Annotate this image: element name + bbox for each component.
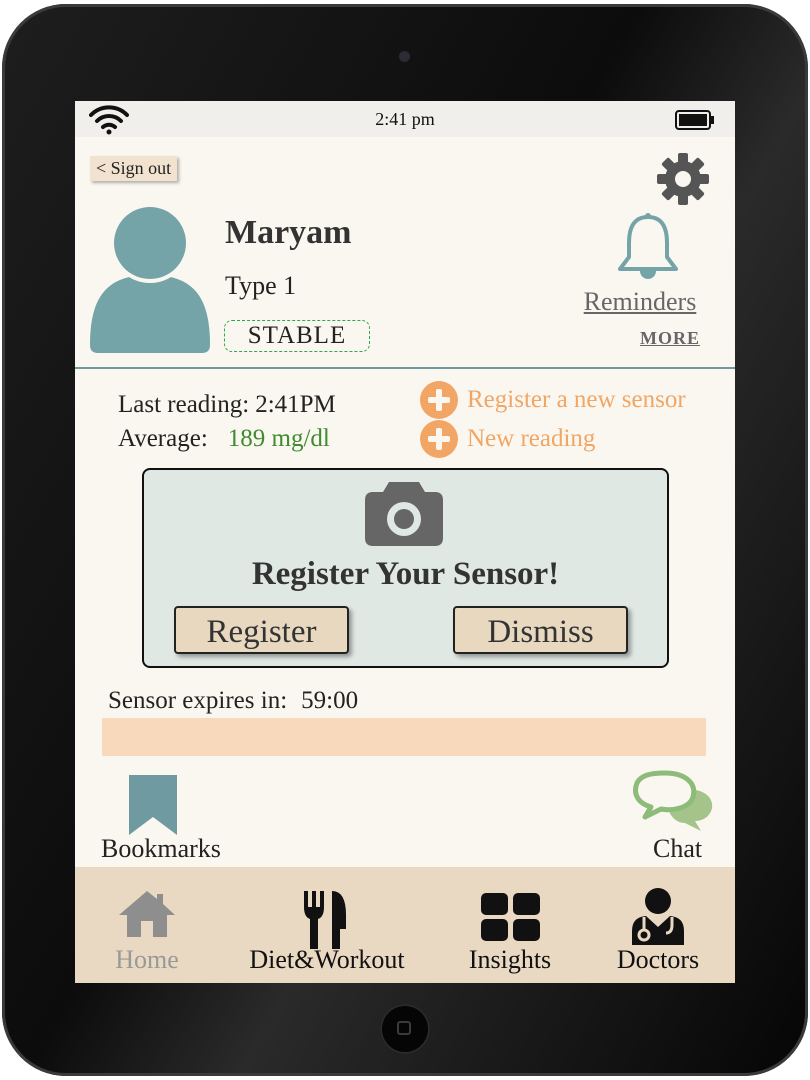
average-value: 189 mg/dl: [227, 425, 330, 452]
camera-icon: [365, 482, 443, 546]
home-icon: [119, 891, 175, 937]
sensor-expiry-value: 59:00: [301, 687, 359, 714]
battery-icon: [675, 110, 714, 130]
register-button[interactable]: Register: [174, 606, 349, 654]
tab-insights[interactable]: Insights: [460, 867, 560, 983]
tab-label: Home: [115, 945, 179, 974]
reminders-link[interactable]: Reminders: [555, 287, 725, 317]
tablet-device: 2:41 pm < Sign out Maryam Type 1 STABLE …: [0, 0, 810, 1080]
tab-label: Doctors: [616, 945, 700, 974]
diabetes-type: Type 1: [225, 271, 297, 300]
last-reading: Last reading: 2:41PM: [118, 391, 336, 419]
tab-doctors[interactable]: Doctors: [608, 867, 708, 983]
more-link[interactable]: MORE: [615, 328, 725, 349]
doctor-icon: [632, 888, 684, 945]
dismiss-button[interactable]: Dismiss: [453, 606, 628, 654]
sensor-card-title: Register Your Sensor!: [251, 556, 560, 592]
chat-label[interactable]: Chat: [653, 834, 702, 864]
sensor-expiry: Sensor expires in: 59:00: [108, 687, 358, 715]
action-label: Register a new sensor: [467, 386, 686, 413]
hardware-home-button[interactable]: [380, 1004, 430, 1054]
settings-gear-icon[interactable]: [655, 151, 711, 207]
fork-knife-icon: [304, 891, 346, 949]
bell-icon[interactable]: [615, 211, 681, 281]
action-label: New reading: [467, 425, 596, 452]
plus-circle-icon: [420, 420, 458, 458]
clock: 2:41 pm: [375, 109, 435, 129]
bottom-tab-bar: Home Diet&Workout Insights Doctors: [75, 867, 735, 983]
app-screen: 2:41 pm < Sign out Maryam Type 1 STABLE …: [75, 101, 735, 983]
tab-label: Diet&Workout: [249, 945, 405, 974]
status-bar: 2:41 pm: [75, 101, 735, 137]
bookmark-icon[interactable]: [127, 775, 179, 835]
sensor-expiry-label: Sensor expires in:: [108, 687, 288, 714]
register-sensor-card: Register Your Sensor! Register Dismiss: [142, 468, 669, 668]
status-badge: STABLE: [224, 320, 370, 352]
register-new-sensor-action[interactable]: Register a new sensor: [420, 381, 686, 419]
avatar: [90, 205, 210, 353]
tab-diet-workout[interactable]: Diet&Workout: [237, 867, 417, 983]
grid-icon: [481, 893, 540, 941]
tab-label: Insights: [468, 945, 552, 974]
average-label: Average:: [118, 425, 208, 452]
sign-out-button[interactable]: < Sign out: [90, 156, 178, 181]
bookmarks-label[interactable]: Bookmarks: [101, 834, 221, 864]
user-name: Maryam: [225, 214, 352, 251]
average-reading: Average: 189 mg/dl: [118, 425, 330, 453]
new-reading-action[interactable]: New reading: [420, 420, 595, 458]
header-divider: [75, 367, 735, 369]
last-reading-label: Last reading:: [118, 391, 250, 418]
front-camera: [399, 51, 410, 62]
chat-icon[interactable]: [631, 769, 715, 833]
last-reading-value: 2:41PM: [255, 391, 336, 418]
sensor-expiry-progress-fill: [102, 718, 706, 756]
plus-circle-icon: [420, 381, 458, 419]
sensor-expiry-progress-bar: [102, 718, 706, 756]
tab-home[interactable]: Home: [97, 867, 197, 983]
